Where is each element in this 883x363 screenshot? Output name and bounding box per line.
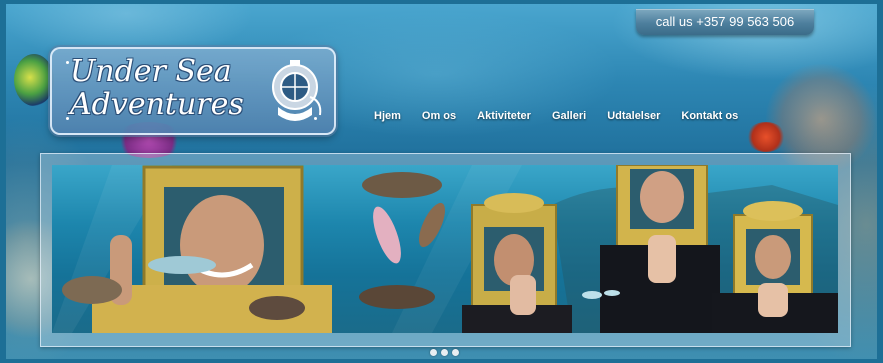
logo-text: Under Sea Adventures <box>70 55 244 121</box>
site-logo[interactable]: Under Sea Adventures <box>50 47 336 135</box>
slider-dot[interactable] <box>452 349 459 356</box>
diving-helmet-icon <box>272 60 322 121</box>
coral-decoration <box>746 122 786 152</box>
main-navigation: Hjem Om os Aktiviteter Galleri Udtalelse… <box>374 110 759 122</box>
nav-item-hjem[interactable]: Hjem <box>374 110 401 122</box>
nav-item-aktiviteter[interactable]: Aktiviteter <box>477 110 531 122</box>
logo-dot <box>66 117 69 120</box>
nav-item-kontakt-os[interactable]: Kontakt os <box>681 110 738 122</box>
logo-line-1: Under Sea <box>70 54 232 89</box>
logo-line-2: Adventures <box>70 87 244 122</box>
nav-item-om-os[interactable]: Om os <box>422 110 456 122</box>
slider-pagination <box>430 349 459 356</box>
call-us-button[interactable]: call us +357 99 563 506 <box>636 9 814 35</box>
nav-item-galleri[interactable]: Galleri <box>552 110 586 122</box>
slider-image[interactable] <box>52 165 838 333</box>
diver-helmet-3 <box>600 165 720 333</box>
fish-decoration <box>14 54 54 106</box>
slider-dot[interactable] <box>441 349 448 356</box>
nav-item-udtalelser[interactable]: Udtalelser <box>607 110 660 122</box>
slider-dot[interactable] <box>430 349 437 356</box>
diver-helmet-2 <box>462 193 572 333</box>
logo-dot <box>66 61 69 64</box>
